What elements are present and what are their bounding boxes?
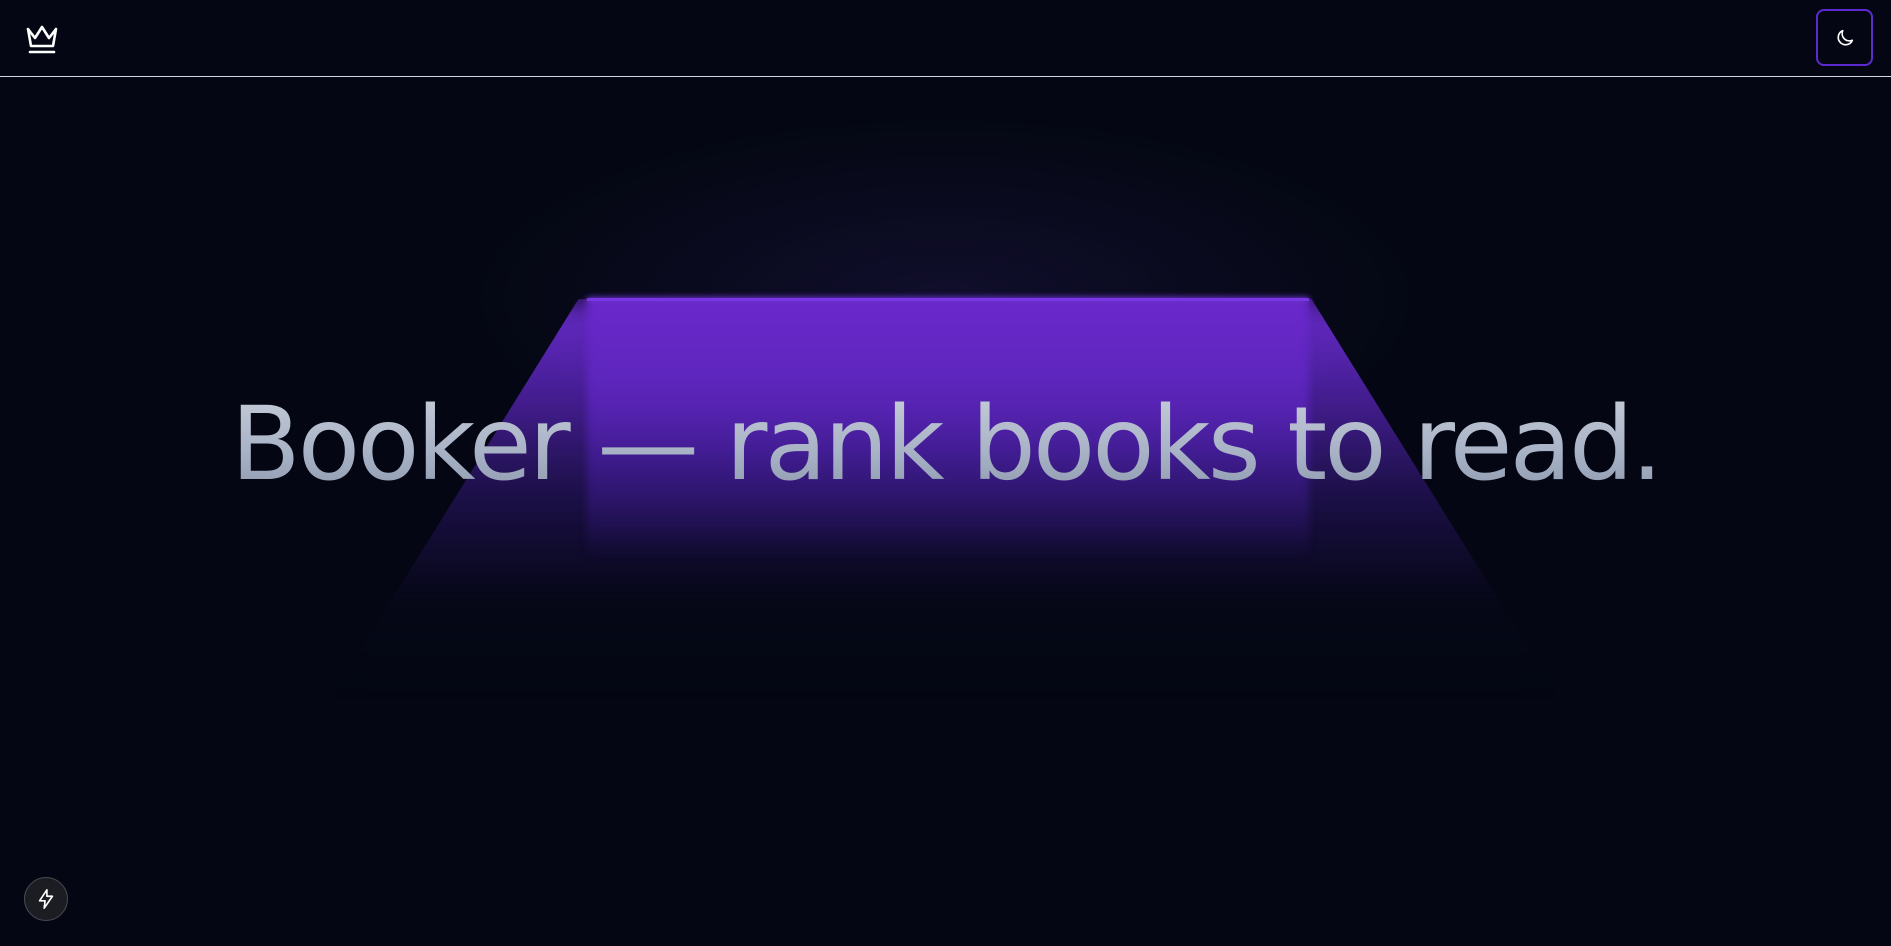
hero-headline: Booker — rank books to read. [0, 384, 1891, 506]
crown-icon [26, 25, 58, 54]
quick-action-button[interactable] [24, 877, 68, 921]
lightning-bolt-icon [38, 889, 54, 909]
moon-icon [1836, 29, 1853, 46]
hero-section [0, 77, 1891, 946]
page: Booker — rank books to read. [0, 0, 1891, 946]
lamp-line [587, 298, 1309, 301]
theme-toggle-button[interactable] [1816, 9, 1873, 66]
top-navbar [0, 0, 1891, 77]
logo-link[interactable] [24, 21, 60, 55]
